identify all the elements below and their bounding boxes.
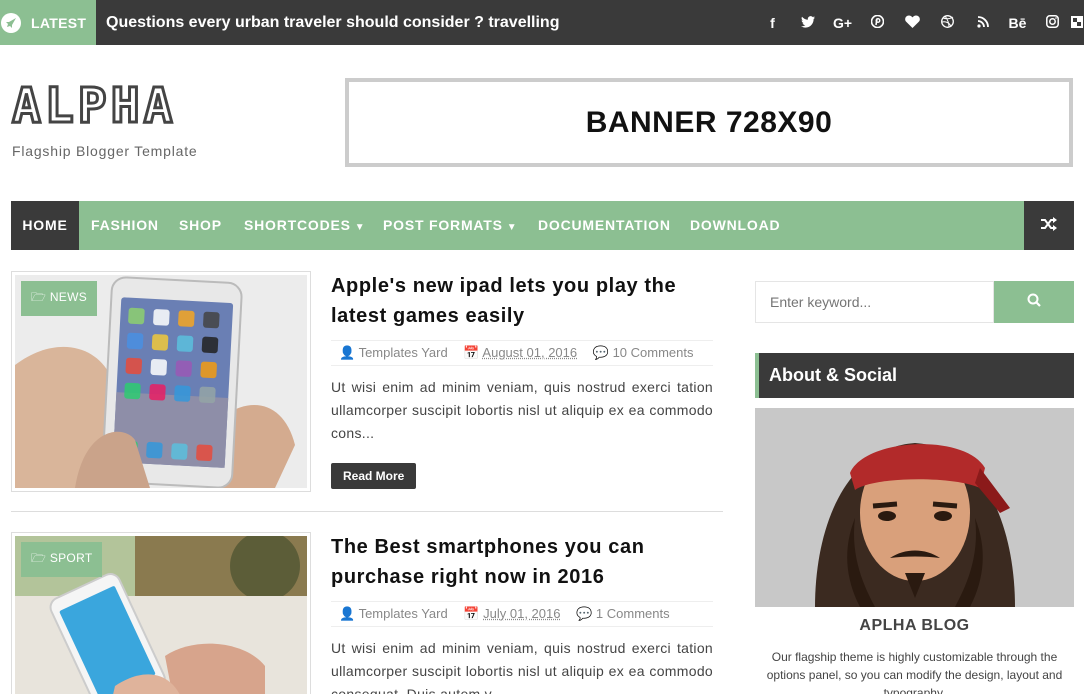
search-input[interactable] (755, 281, 994, 323)
nav-item-fashion[interactable]: FASHION (91, 201, 159, 250)
nav-item-shortcodes[interactable]: SHORTCODES ▼ (244, 201, 366, 250)
post-excerpt: Ut wisi enim ad minim veniam, quis nostr… (331, 379, 713, 441)
post-excerpt: Ut wisi enim ad minim veniam, quis nostr… (331, 640, 713, 694)
category-badge[interactable]: 🗁 SPORT (21, 542, 103, 577)
user-icon: 👤 (339, 345, 356, 360)
post-divider (11, 511, 723, 512)
post-comments-count[interactable]: 1 Comments (596, 606, 670, 621)
nav-item-shop[interactable]: SHOP (179, 201, 222, 250)
post-title-link[interactable]: The Best smartphones you can purchase ri… (331, 532, 721, 592)
random-post-button[interactable] (1024, 201, 1074, 250)
category-label: SPORT (49, 551, 93, 565)
top-bar: LATEST Questions every urban traveler sh… (0, 0, 1084, 45)
search-icon (1027, 293, 1041, 311)
post-author[interactable]: Templates Yard (359, 606, 448, 621)
main-nav: HOME FASHION SHOP SHORTCODES ▼ POST FORMA… (11, 201, 1074, 250)
header-banner-ad[interactable]: BANNER 728X90 (345, 78, 1073, 167)
behance-icon[interactable]: Bē (1000, 15, 1035, 31)
author-avatar-image (755, 408, 1074, 607)
google-plus-icon[interactable]: G+ (825, 15, 860, 31)
twitter-icon[interactable] (790, 15, 825, 31)
folder-icon: 🗁 (31, 551, 47, 565)
post-comments-count[interactable]: 10 Comments (613, 345, 694, 360)
widget-title: About & Social (755, 353, 1074, 398)
post-meta: 👤 Templates Yard 📅 July 01, 2016 💬 1 Com… (331, 601, 713, 627)
post-meta: 👤 Templates Yard 📅 August 01, 2016 💬 10 … (331, 340, 713, 366)
latest-label: LATEST (31, 14, 87, 31)
blog-name: APLHA BLOG (859, 617, 970, 634)
category-label: NEWS (49, 290, 88, 304)
post-thumbnail[interactable]: 🗁 SPORT (11, 532, 311, 694)
instagram-icon[interactable] (1035, 14, 1070, 31)
dribbble-icon[interactable] (930, 14, 965, 31)
chevron-down-icon: ▼ (354, 222, 366, 233)
comment-icon: 💬 (576, 606, 593, 621)
nav-item-post-formats-label: POST FORMATS (383, 217, 503, 233)
nav-item-download[interactable]: DOWNLOAD (690, 201, 780, 250)
nav-item-shortcodes-label: SHORTCODES (244, 217, 351, 233)
comment-icon: 💬 (592, 345, 609, 360)
rocket-icon (1, 12, 21, 33)
user-icon: 👤 (339, 606, 356, 621)
nav-item-home[interactable]: HOME (11, 201, 79, 250)
calendar-icon: 📅 (463, 345, 480, 360)
site-tagline: Flagship Blogger Template (12, 143, 198, 159)
post-title-link[interactable]: Apple's new ipad lets you play the lates… (331, 271, 721, 331)
calendar-icon: 📅 (463, 606, 480, 621)
chevron-down-icon: ▼ (506, 222, 518, 233)
ticker-headline-link[interactable]: Questions every urban traveler should co… (106, 0, 559, 45)
pinterest-icon[interactable] (860, 14, 895, 31)
site-logo[interactable]: ALPHA (11, 79, 177, 134)
heart-icon[interactable] (895, 14, 930, 31)
post-image-smartphone: 🗁 SPORT (15, 536, 307, 694)
post-date[interactable]: July 01, 2016 (483, 606, 560, 621)
nav-item-post-formats[interactable]: POST FORMATS ▼ (383, 201, 518, 250)
post-image-ipad: 🗁 NEWS (15, 275, 307, 488)
post-author[interactable]: Templates Yard (359, 345, 448, 360)
search-button[interactable] (994, 281, 1074, 323)
category-badge[interactable]: 🗁 NEWS (21, 281, 98, 316)
banner-label: BANNER 728X90 (585, 105, 833, 139)
post-thumbnail[interactable]: 🗁 NEWS (11, 271, 311, 492)
latest-badge: LATEST (0, 0, 96, 45)
folder-icon: 🗁 (31, 290, 47, 304)
rss-icon[interactable] (965, 15, 1000, 31)
social-icons: f G+ Bē (755, 0, 1084, 45)
flickr-icon[interactable] (1070, 15, 1084, 31)
blog-description: Our flagship theme is highly customizabl… (766, 650, 1063, 694)
post-date[interactable]: August 01, 2016 (482, 345, 577, 360)
facebook-icon[interactable]: f (755, 15, 790, 31)
read-more-button[interactable]: Read More (331, 463, 417, 489)
nav-item-documentation[interactable]: DOCUMENTATION (538, 201, 671, 250)
shuffle-icon (1041, 215, 1057, 236)
